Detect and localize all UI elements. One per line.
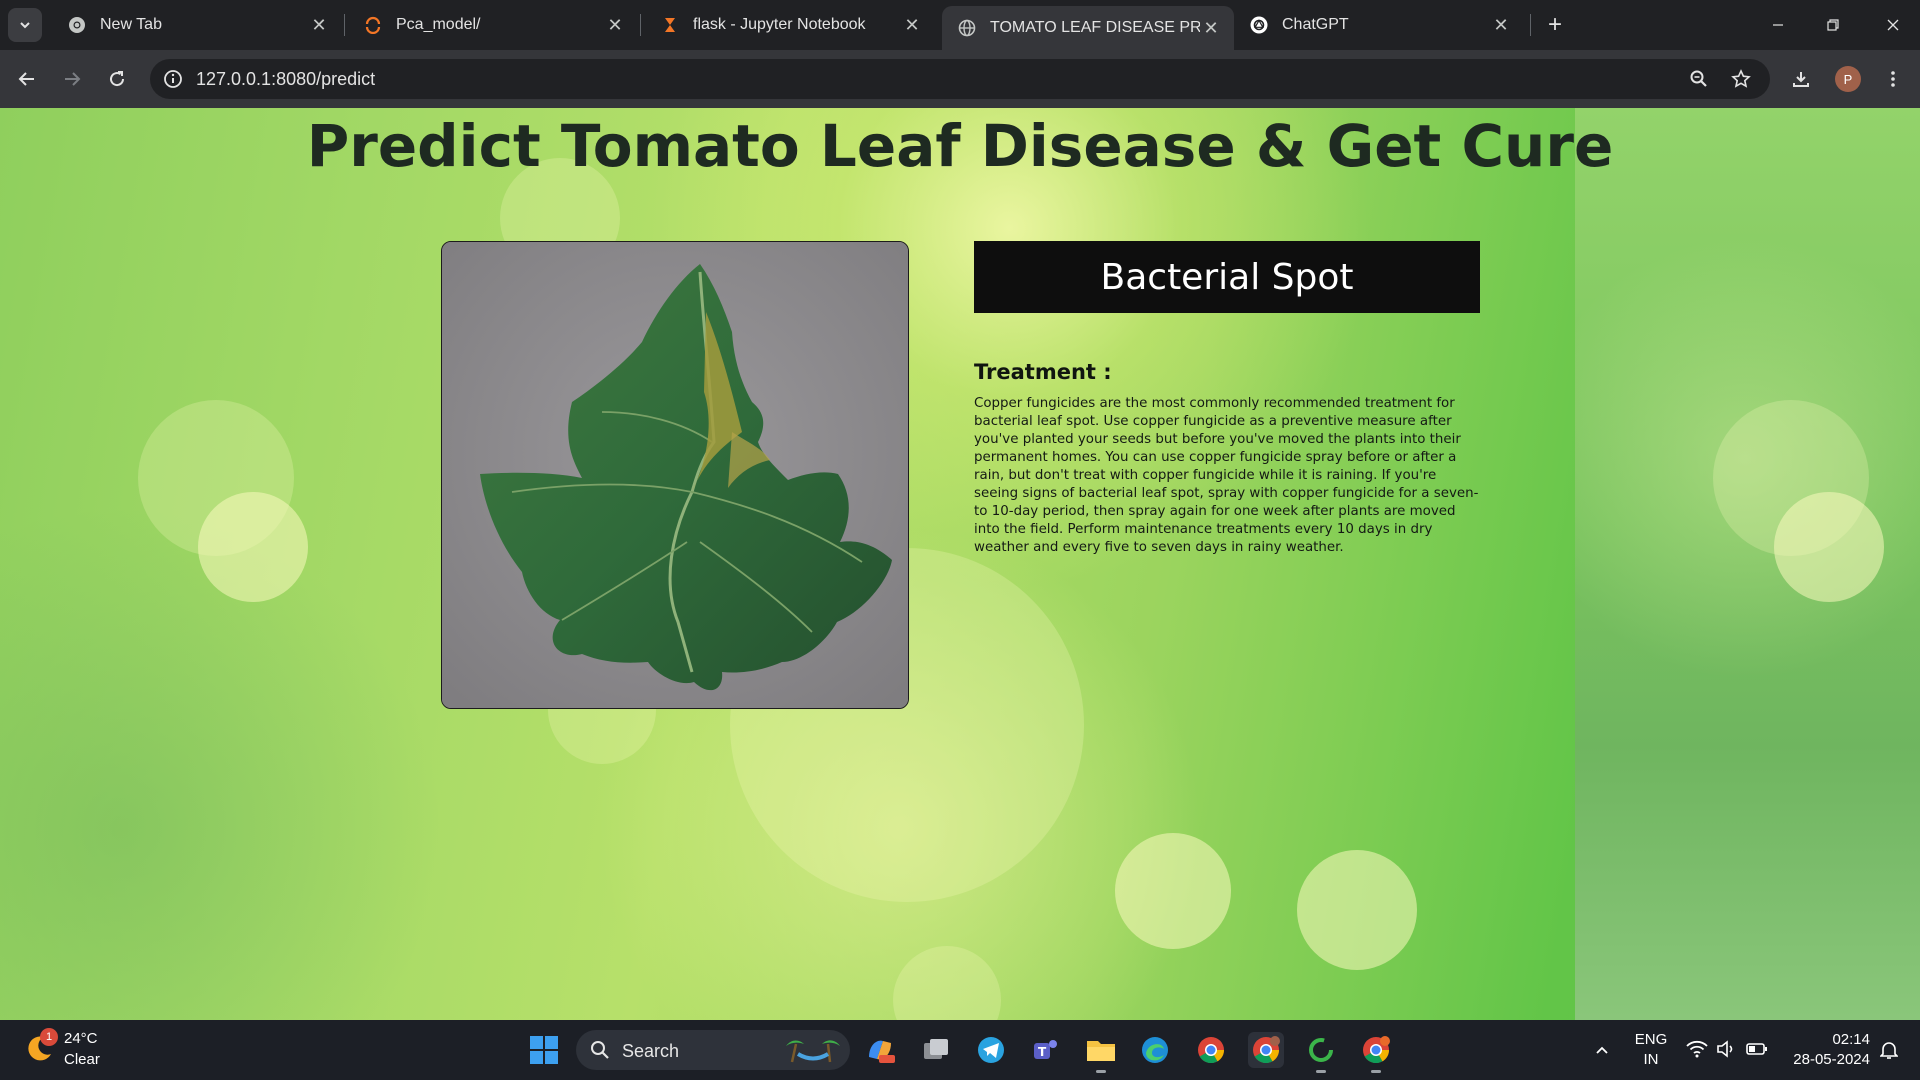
close-icon[interactable]: ✕ [1490, 14, 1512, 36]
back-button[interactable] [10, 62, 44, 96]
more-vertical-icon [1891, 71, 1895, 87]
task-view-icon[interactable] [918, 1032, 954, 1068]
bokeh-decoration [1297, 850, 1417, 970]
close-icon [1887, 19, 1898, 31]
tab-chatgpt[interactable]: ChatGPT ✕ [1234, 6, 1524, 44]
close-icon[interactable]: ✕ [1200, 17, 1222, 39]
language-code: ENG [1634, 1031, 1668, 1048]
page-viewport: Predict Tomato Leaf Disease & Get Cure B… [0, 108, 1920, 1020]
forward-button[interactable] [55, 62, 89, 96]
bokeh-decoration [1774, 492, 1884, 602]
bokeh-decoration [198, 492, 308, 602]
minimize-button[interactable] [1750, 0, 1805, 50]
arrow-right-icon [65, 72, 81, 86]
new-tab-button[interactable]: + [1540, 10, 1570, 40]
bookmark-star-icon[interactable] [1730, 68, 1752, 90]
taskbar-search[interactable]: Search [576, 1030, 850, 1070]
background-side-panel [1575, 108, 1920, 1020]
url-text[interactable]: 127.0.0.1:8080/predict [196, 69, 375, 90]
tab-title: ChatGPT [1282, 16, 1349, 33]
start-button[interactable] [526, 1032, 562, 1068]
uploaded-leaf-image [441, 241, 909, 709]
region-code: IN [1643, 1051, 1659, 1068]
minimize-icon [1772, 24, 1783, 26]
tab-new-tab[interactable]: New Tab ✕ [52, 6, 342, 44]
profile-avatar[interactable]: P [1835, 66, 1861, 92]
close-icon[interactable]: ✕ [308, 14, 330, 36]
treatment-heading: Treatment : [974, 360, 1112, 384]
address-bar[interactable]: 127.0.0.1:8080/predict [150, 59, 1770, 99]
treatment-text: Copper fungicides are the most commonly … [974, 396, 1479, 555]
file-explorer-icon[interactable] [1083, 1032, 1119, 1073]
chrome-profile-icon[interactable] [1248, 1032, 1284, 1068]
chevron-down-icon [20, 22, 30, 29]
search-label: Search [622, 1041, 680, 1061]
battery-icon [1746, 1043, 1767, 1055]
teams-icon[interactable]: T [1027, 1032, 1063, 1068]
tab-title: flask - Jupyter Notebook [693, 16, 866, 33]
prediction-result: Bacterial Spot [974, 241, 1480, 313]
edge-icon[interactable] [1137, 1032, 1173, 1068]
reload-icon [110, 71, 125, 87]
telegram-icon[interactable] [973, 1032, 1009, 1068]
clock-time: 02:14 [1832, 1031, 1870, 1048]
tab-strip: New Tab ✕ Pca_model/ ✕ flask - Jupyter N… [0, 0, 1920, 50]
windows-icon [530, 1036, 558, 1064]
page-title: Predict Tomato Leaf Disease & Get Cure [306, 112, 1614, 180]
chrome-taskbar-icon[interactable] [1193, 1032, 1229, 1068]
notifications-button[interactable] [1874, 1032, 1904, 1068]
reload-button[interactable] [100, 62, 134, 96]
close-icon[interactable]: ✕ [604, 14, 626, 36]
tab-separator [1530, 14, 1531, 36]
close-icon[interactable]: ✕ [901, 14, 923, 36]
site-info-icon[interactable] [162, 68, 184, 90]
weather-condition: Clear [64, 1051, 100, 1068]
show-hidden-icons-button[interactable] [1584, 1032, 1620, 1068]
download-icon [1793, 72, 1809, 87]
notification-badge: 1 [40, 1028, 58, 1046]
browser-menu-button[interactable] [1876, 62, 1910, 96]
tab-title: New Tab [100, 16, 162, 33]
beach-icon [786, 1040, 840, 1063]
wifi-icon [1686, 1040, 1708, 1058]
tab-tomato-leaf-disease[interactable]: TOMATO LEAF DISEASE PREDIC ✕ [942, 6, 1234, 50]
bell-icon [1880, 1042, 1898, 1059]
chatgpt-icon [1250, 16, 1268, 34]
zoom-icon[interactable] [1688, 68, 1710, 90]
browser-toolbar: 127.0.0.1:8080/predict P [0, 50, 1920, 108]
downloads-button[interactable] [1784, 62, 1818, 96]
tab-flask-notebook[interactable]: flask - Jupyter Notebook ✕ [645, 6, 935, 44]
bokeh-decoration [893, 946, 1001, 1020]
hourglass-icon [661, 16, 679, 34]
bokeh-decoration [1115, 833, 1231, 949]
globe-icon [958, 19, 976, 37]
chrome-profile-icon[interactable] [1358, 1032, 1394, 1073]
restore-button[interactable] [1805, 0, 1860, 50]
tab-pca-model[interactable]: Pca_model/ ✕ [348, 6, 638, 44]
tomato-leaf-image [442, 242, 908, 708]
tab-title: Pca_model/ [396, 16, 481, 33]
clock-date: 28-05-2024 [1793, 1051, 1870, 1068]
weather-temperature: 24°C [64, 1030, 98, 1047]
svg-text:T: T [1038, 1045, 1047, 1059]
arrow-left-icon [18, 72, 34, 86]
tab-separator [344, 14, 345, 36]
search-icon [591, 1041, 609, 1059]
chevron-up-icon [1596, 1046, 1608, 1054]
close-window-button[interactable] [1865, 0, 1920, 50]
chrome-icon [68, 16, 86, 34]
tab-search-button[interactable] [8, 8, 42, 42]
plus-icon: + [1547, 11, 1562, 38]
tab-separator [640, 14, 641, 36]
copilot-app-icon[interactable] [862, 1032, 898, 1068]
taskbar: 1 24°C Clear Search T ENG IN 02:14 28-05… [0, 1020, 1920, 1080]
tab-title: TOMATO LEAF DISEASE PREDIC [990, 19, 1200, 36]
volume-icon [1717, 1040, 1733, 1058]
loading-ring-icon[interactable] [1303, 1032, 1339, 1073]
jupyter-icon [364, 16, 382, 34]
restore-icon [1826, 19, 1839, 31]
